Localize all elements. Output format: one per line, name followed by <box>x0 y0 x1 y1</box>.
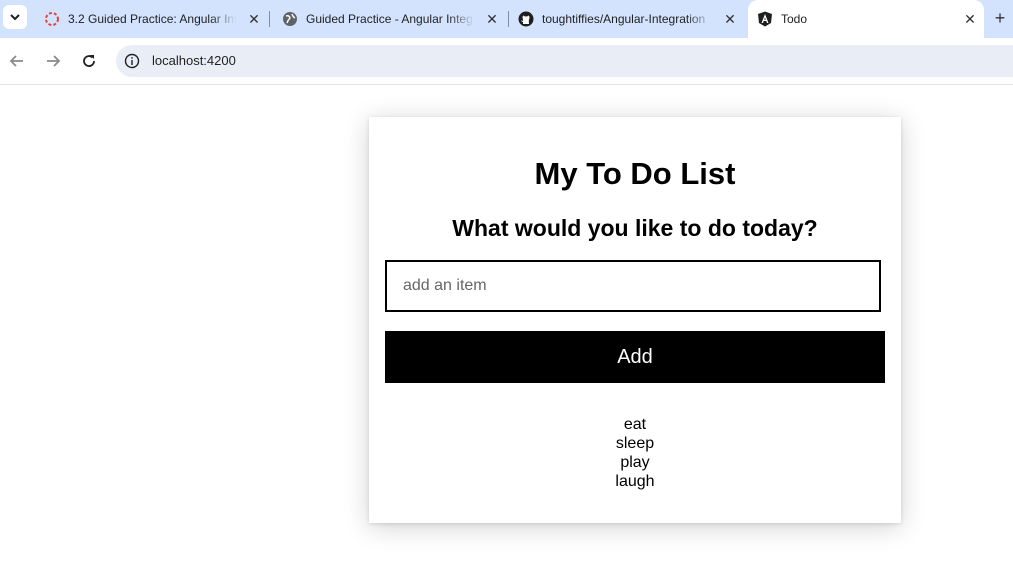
tab-guided-practice-canvas[interactable]: 3.2 Guided Practice: Angular Int ✕ <box>36 0 268 38</box>
list-item: eat <box>623 416 647 433</box>
close-tab-icon[interactable]: ✕ <box>484 11 500 27</box>
add-item-input[interactable] <box>385 260 881 312</box>
list-item: sleep <box>615 435 655 452</box>
list-item: play <box>620 454 650 471</box>
reload-button[interactable] <box>78 50 100 72</box>
close-tab-icon[interactable]: ✕ <box>962 11 978 27</box>
tab-title: Guided Practice - Angular Integ <box>306 12 473 26</box>
todo-card: My To Do List What would you like to do … <box>369 117 901 523</box>
tab-strip: 3.2 Guided Practice: Angular Int ✕ Guide… <box>0 0 1013 38</box>
reload-icon <box>83 55 95 67</box>
close-tab-icon[interactable]: ✕ <box>722 11 738 27</box>
page-title: My To Do List <box>534 156 736 191</box>
back-button[interactable] <box>6 50 28 72</box>
close-tab-icon[interactable]: ✕ <box>246 11 262 27</box>
tab-separator <box>508 11 509 27</box>
address-bar[interactable]: localhost:4200 <box>116 45 1013 77</box>
arrow-left-icon <box>9 55 23 67</box>
new-tab-button[interactable]: + <box>989 9 1011 29</box>
list-item: laugh <box>615 473 655 490</box>
tab-title: toughtiffies/Angular-Integration <box>542 12 706 26</box>
page-subtitle: What would you like to do today? <box>452 215 818 241</box>
arrow-right-icon <box>47 55 61 67</box>
chevron-down-icon <box>10 14 20 21</box>
url-text: localhost:4200 <box>152 53 236 68</box>
tab-github-repo[interactable]: toughtiffies/Angular-Integration ✕ <box>510 0 744 38</box>
github-icon <box>518 11 534 27</box>
canvas-lms-icon <box>44 11 60 27</box>
tab-todo[interactable]: Todo ✕ <box>748 0 984 38</box>
tab-title: 3.2 Guided Practice: Angular Int <box>68 12 236 26</box>
forward-button[interactable] <box>42 50 64 72</box>
tab-separator <box>269 11 270 27</box>
tab-title: Todo <box>781 12 808 26</box>
tab-search-button[interactable] <box>3 5 27 29</box>
site-info-icon[interactable] <box>124 53 140 69</box>
globe-icon <box>282 11 298 27</box>
add-button[interactable]: Add <box>385 331 885 383</box>
browser-toolbar: localhost:4200 <box>0 38 1013 85</box>
todo-list: eat sleep play laugh <box>369 415 901 491</box>
tab-guided-practice-angular[interactable]: Guided Practice - Angular Integ ✕ <box>274 0 506 38</box>
angular-icon <box>757 11 773 27</box>
